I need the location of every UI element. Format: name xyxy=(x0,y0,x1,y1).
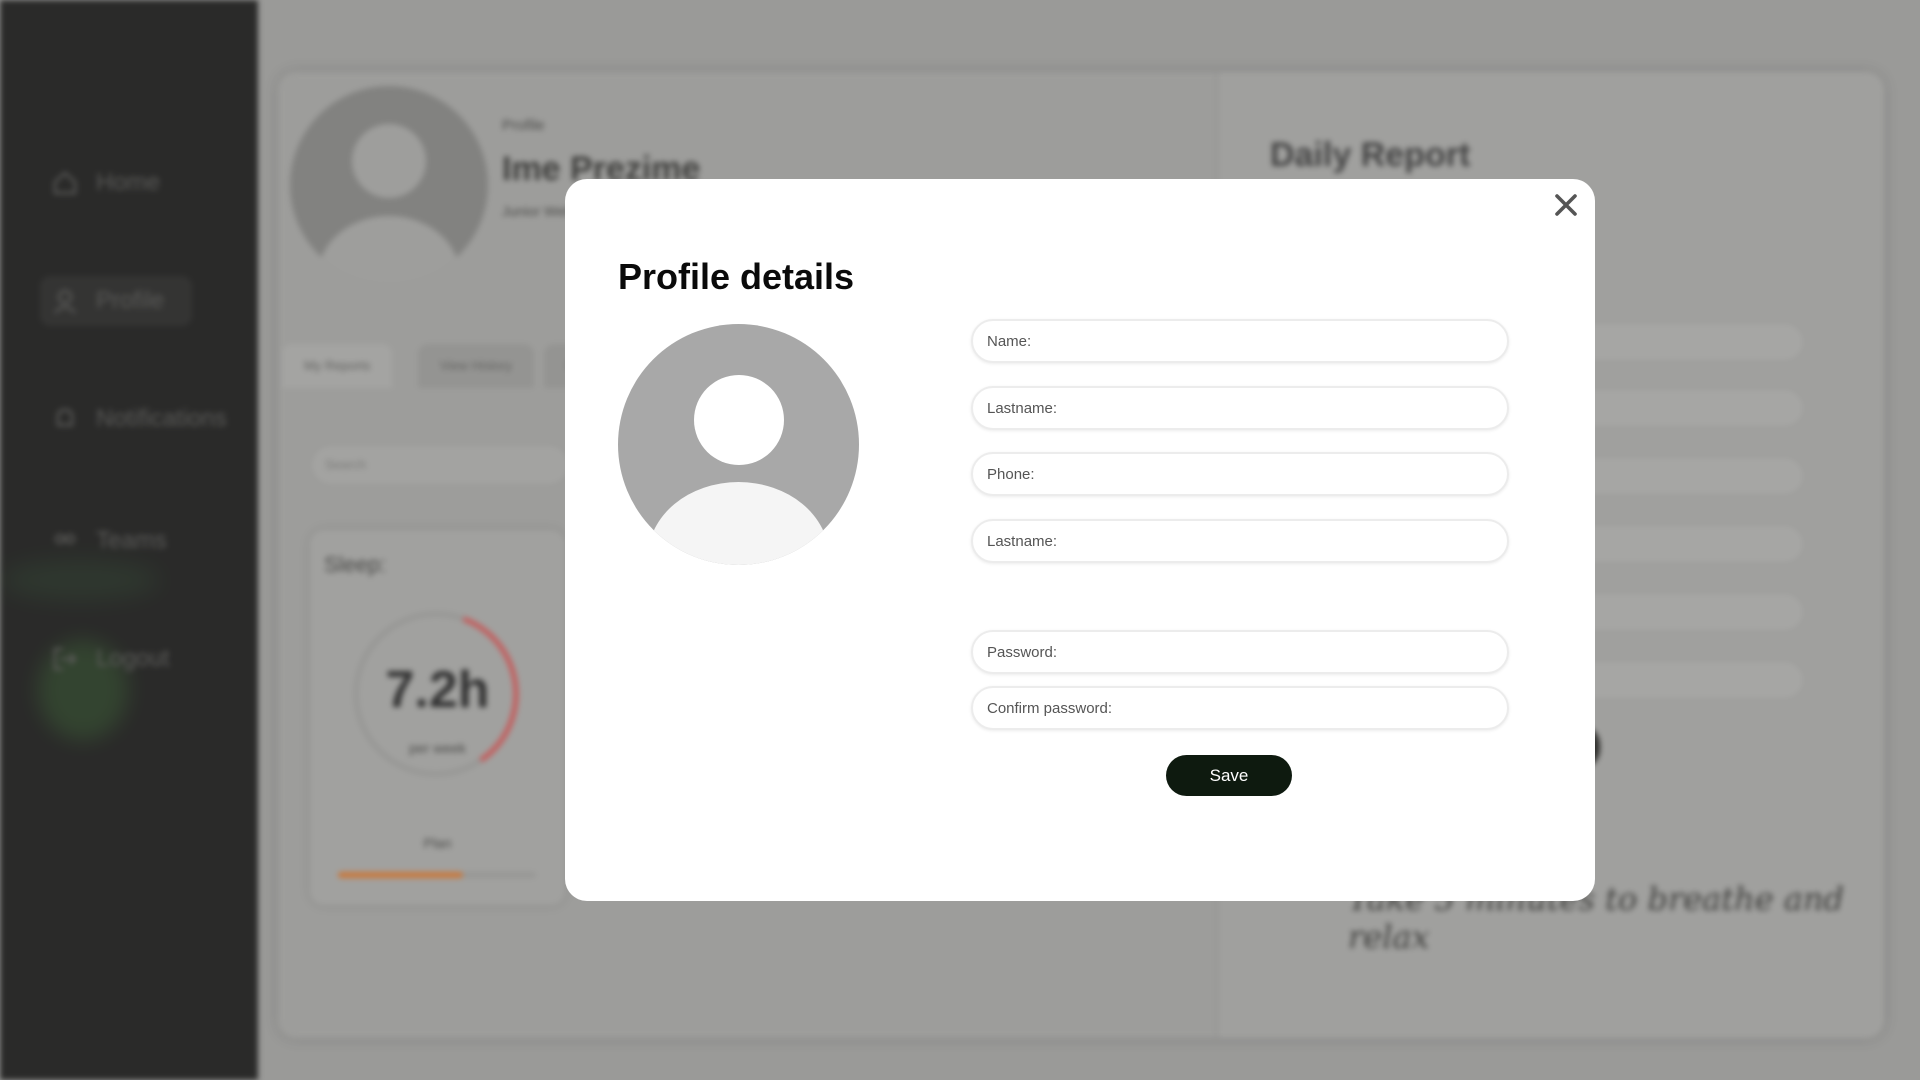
close-icon[interactable] xyxy=(1548,187,1584,223)
modal-title: Profile details xyxy=(618,256,855,297)
sidebar-item-notifications[interactable]: Notifications xyxy=(50,404,227,434)
save-button[interactable]: Save xyxy=(1166,755,1292,796)
plan-label: Plan xyxy=(423,835,452,851)
sleep-title: Sleep: xyxy=(324,552,387,577)
modal-avatar xyxy=(618,324,859,565)
profile-role: Junior Web xyxy=(502,203,573,219)
report-input[interactable] xyxy=(1560,592,1805,632)
sidebar-item-label: Teams xyxy=(96,527,167,554)
sidebar-item-teams[interactable]: Teams xyxy=(50,526,167,556)
team-icon xyxy=(50,526,80,556)
lastname-field-2[interactable] xyxy=(971,519,1509,563)
lastname-field[interactable] xyxy=(971,386,1509,430)
plan-progress-fill xyxy=(338,872,463,878)
phone-field[interactable] xyxy=(971,452,1509,496)
password-field[interactable] xyxy=(971,630,1509,674)
search-input[interactable]: Search xyxy=(310,444,570,486)
sidebar: Home Profile Notifications Teams Logout xyxy=(0,0,258,1080)
report-input[interactable] xyxy=(1560,660,1805,700)
home-icon xyxy=(50,168,80,198)
logout-icon xyxy=(50,644,80,674)
report-input[interactable] xyxy=(1560,322,1805,362)
avatar-body xyxy=(648,482,829,565)
sleep-card: Sleep: 7.2h per week Plan xyxy=(310,530,565,905)
report-input[interactable] xyxy=(1560,456,1805,496)
bell-icon xyxy=(50,404,80,434)
name-field[interactable] xyxy=(971,319,1509,363)
sidebar-item-label: Logout xyxy=(96,645,170,672)
daily-report-title: Daily Report xyxy=(1270,136,1471,174)
sidebar-item-label: Profile xyxy=(96,287,165,314)
sleep-value: 7.2h xyxy=(385,661,490,719)
tab-view-history[interactable]: View History xyxy=(418,344,535,388)
confirm-password-field[interactable] xyxy=(971,686,1509,730)
tab-my-reports[interactable]: My Reports xyxy=(282,344,393,388)
report-input[interactable] xyxy=(1560,388,1805,428)
sidebar-item-logout[interactable]: Logout xyxy=(50,644,169,674)
user-icon xyxy=(50,286,80,316)
profile-avatar xyxy=(290,86,488,284)
sidebar-item-profile[interactable]: Profile xyxy=(40,276,193,326)
report-input[interactable] xyxy=(1560,524,1805,564)
avatar-head xyxy=(694,375,784,465)
sidebar-item-label: Notifications xyxy=(96,405,227,432)
sidebar-item-label: Home xyxy=(96,169,161,196)
sleep-unit: per week xyxy=(409,740,466,756)
plan-progress-track xyxy=(338,872,536,878)
sidebar-item-home[interactable]: Home xyxy=(50,168,160,198)
sidebar-glow xyxy=(0,560,160,600)
profile-small-label: Profile xyxy=(502,117,545,134)
